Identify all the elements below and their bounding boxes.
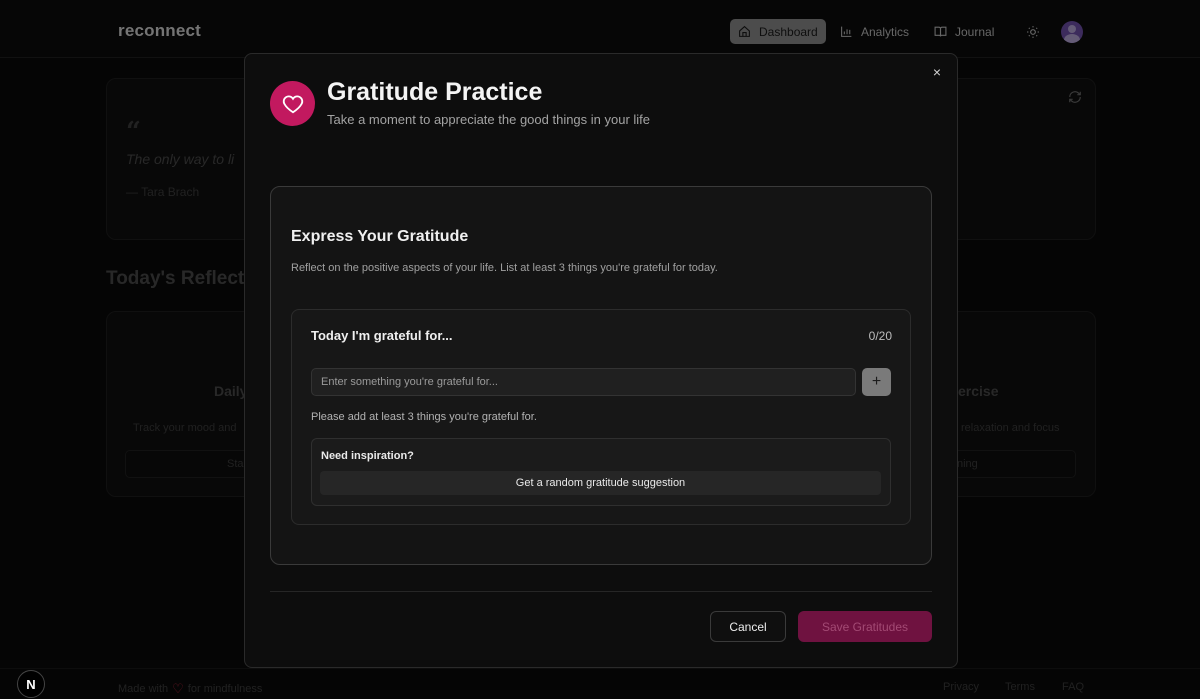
heart-icon	[282, 94, 303, 113]
gratitude-badge	[270, 81, 315, 126]
framework-badge[interactable]: N	[17, 670, 45, 698]
gratitude-list-title: Today I'm grateful for...	[311, 328, 453, 343]
save-gratitudes-button[interactable]: Save Gratitudes	[798, 611, 932, 642]
inspiration-title: Need inspiration?	[321, 450, 414, 462]
gratitude-counter: 0/20	[868, 329, 892, 343]
random-suggestion-button[interactable]: Get a random gratitude suggestion	[320, 471, 881, 495]
modal-subtitle: Take a moment to appreciate the good thi…	[327, 112, 651, 127]
add-gratitude-button[interactable]: +	[862, 368, 891, 396]
express-description: Reflect on the positive aspects of your …	[291, 262, 718, 274]
plus-icon: +	[871, 373, 882, 390]
close-icon: ×	[932, 64, 942, 80]
close-button[interactable]: ×	[928, 63, 946, 81]
gratitude-hint: Please add at least 3 things you're grat…	[311, 411, 537, 423]
express-title: Express Your Gratitude	[291, 228, 469, 245]
modal-footer-divider	[270, 591, 932, 592]
gratitude-input[interactable]	[311, 368, 856, 396]
modal-title: Gratitude Practice	[327, 78, 543, 106]
cancel-button[interactable]: Cancel	[710, 611, 786, 642]
